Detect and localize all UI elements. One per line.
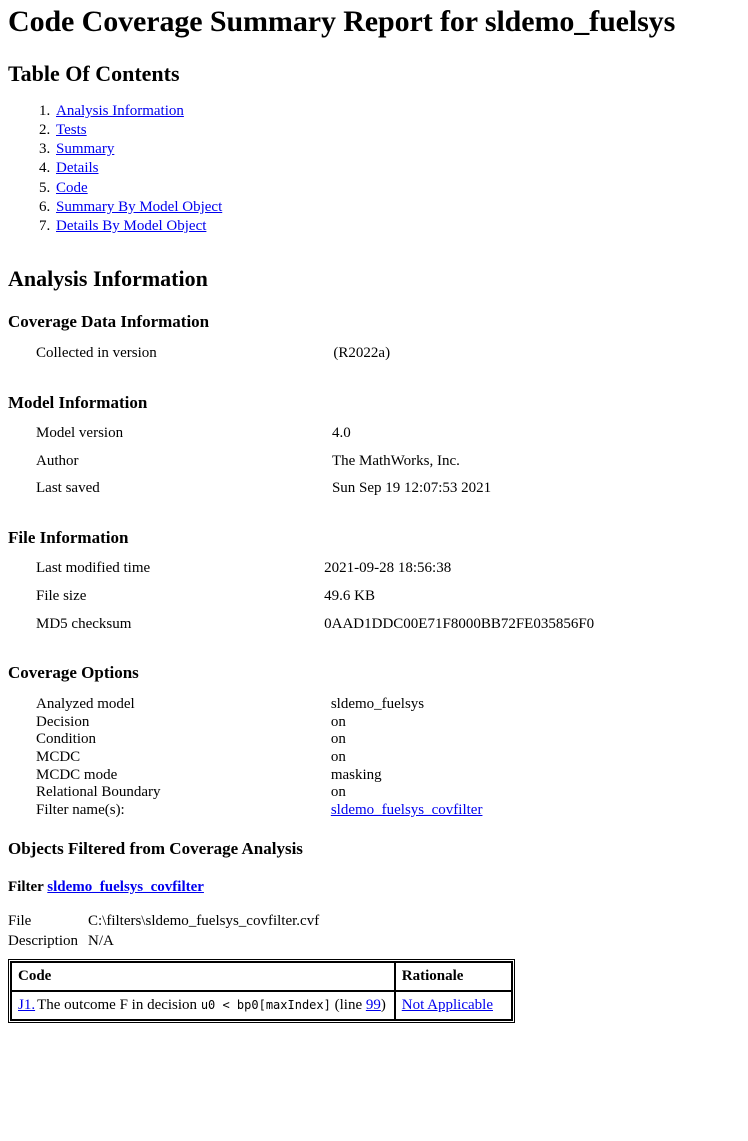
- rationale-link[interactable]: Not Applicable: [402, 997, 493, 1013]
- filtered-object-line-suffix: ): [380, 996, 386, 1013]
- table-row: Description N/A: [8, 932, 319, 952]
- row-value: on: [330, 731, 346, 748]
- filtered-object-text: The outcome F in decision: [37, 996, 198, 1013]
- page-title: Code Coverage Summary Report for sldemo_…: [8, 5, 676, 38]
- filter-detail-link[interactable]: sldemo_fuelsys_covfilter: [47, 879, 204, 895]
- filtered-objects-table: Code Rationale J1. The outcome F in decis…: [8, 958, 515, 1023]
- row-value: Sun Sep 19 12:07:53 2021: [331, 480, 492, 497]
- objects-filtered-heading: Objects Filtered from Coverage Analysis: [8, 838, 303, 858]
- toc-link-analysis-information[interactable]: Analysis Information: [56, 103, 184, 119]
- row-value: masking: [330, 766, 382, 783]
- table-row: MCDC mode masking: [8, 767, 648, 785]
- file-information-table: Last modified time 2021-09-28 18:56:38 F…: [8, 560, 648, 643]
- filtered-object-code-snippet: u0 < bp0[maxIndex]: [200, 997, 331, 1012]
- row-label: MD5 checksum: [36, 615, 132, 632]
- toc-link-details-by-model-object[interactable]: Details By Model Object: [56, 218, 206, 234]
- toc-link-tests[interactable]: Tests: [56, 122, 87, 138]
- filter-label: Filter: [8, 879, 44, 896]
- table-row: J1. The outcome F in decision u0 < bp0[ma…: [11, 990, 512, 1020]
- row-label: Author: [36, 452, 79, 469]
- list-item: Code: [54, 179, 740, 198]
- file-information-heading: File Information: [8, 528, 129, 548]
- filter-file-value: C:\filters\sldemo_fuelsys_covfilter.cvf: [87, 913, 320, 930]
- toc-link-summary[interactable]: Summary: [56, 141, 114, 157]
- table-row: Condition on: [8, 731, 648, 749]
- toc-link-summary-by-model-object[interactable]: Summary By Model Object: [56, 199, 222, 215]
- row-label: MCDC mode: [36, 766, 118, 783]
- table-row: Analyzed model sldemo_fuelsys: [8, 696, 648, 714]
- column-header-code: Code: [11, 961, 395, 991]
- table-row: Filter name(s): sldemo_fuelsys_covfilter: [8, 802, 648, 820]
- row-value: The MathWorks, Inc.: [331, 452, 460, 469]
- filtered-object-line-link[interactable]: 99: [366, 997, 381, 1013]
- table-row: Author The MathWorks, Inc.: [8, 453, 648, 481]
- row-label: Decision: [36, 713, 90, 730]
- row-label: Relational Boundary: [36, 784, 161, 801]
- row-value: 0AAD1DDC00E71F8000BB72FE035856F0: [324, 615, 595, 632]
- coverage-data-information-heading: Coverage Data Information: [8, 312, 210, 332]
- table-row: Model version 4.0: [8, 425, 648, 453]
- row-label: Analyzed model: [36, 695, 135, 712]
- coverage-data-information-table: Collected in version (R2022a): [8, 345, 648, 373]
- filter-title: Filter sldemo_fuelsys_covfilter: [8, 879, 740, 896]
- row-value: (R2022a): [333, 344, 391, 361]
- filter-description-label: Description: [8, 933, 78, 950]
- row-label: Model version: [36, 424, 124, 441]
- filtered-object-code-cell: J1. The outcome F in decision u0 < bp0[ma…: [11, 990, 395, 1020]
- row-label: Filter name(s):: [36, 801, 125, 818]
- table-row: Collected in version (R2022a): [8, 345, 648, 373]
- row-value: on: [330, 784, 346, 801]
- table-row: File size 49.6 KB: [8, 588, 648, 616]
- filter-description-value: N/A: [87, 933, 114, 950]
- report-page: Code Coverage Summary Report for sldemo_…: [0, 4, 748, 1023]
- row-value: 2021-09-28 18:56:38: [324, 560, 452, 577]
- list-item: Tests: [54, 121, 740, 140]
- table-of-contents-list: Analysis Information Tests Summary Detai…: [8, 102, 740, 236]
- model-information-heading: Model Information: [8, 392, 148, 412]
- filtered-object-id-link[interactable]: J1.: [18, 997, 35, 1013]
- table-row: MCDC on: [8, 749, 648, 767]
- row-label: MCDC: [36, 748, 81, 765]
- row-label: File size: [36, 588, 87, 605]
- list-item: Details By Model Object: [54, 217, 740, 236]
- table-row: File C:\filters\sldemo_fuelsys_covfilter…: [8, 912, 319, 932]
- row-label: Last modified time: [36, 560, 151, 577]
- filter-file-meta-table: File C:\filters\sldemo_fuelsys_covfilter…: [8, 912, 319, 953]
- table-row: Last modified time 2021-09-28 18:56:38: [8, 560, 648, 588]
- row-label: Collected in version: [36, 344, 157, 361]
- table-row: Last saved Sun Sep 19 12:07:53 2021: [8, 480, 648, 508]
- filtered-object-rationale-cell: Not Applicable: [394, 990, 512, 1020]
- row-value: on: [330, 748, 346, 765]
- coverage-options-table: Analyzed model sldemo_fuelsys Decision o…: [8, 696, 648, 820]
- toc-link-code[interactable]: Code: [56, 180, 88, 196]
- model-information-table: Model version 4.0 Author The MathWorks, …: [8, 425, 648, 508]
- column-header-rationale: Rationale: [394, 961, 512, 991]
- toc-heading: Table Of Contents: [8, 61, 180, 87]
- list-item: Summary: [54, 140, 740, 159]
- row-label: Condition: [36, 731, 97, 748]
- filter-file-label: File: [8, 913, 32, 930]
- list-item: Details: [54, 159, 740, 178]
- row-label: Last saved: [36, 480, 100, 497]
- table-row: Decision on: [8, 714, 648, 732]
- coverage-options-heading: Coverage Options: [8, 663, 139, 683]
- filter-name-link[interactable]: sldemo_fuelsys_covfilter: [331, 802, 483, 818]
- analysis-information-heading: Analysis Information: [8, 266, 208, 292]
- toc-link-details[interactable]: Details: [56, 160, 99, 176]
- row-value: sldemo_fuelsys: [330, 695, 425, 712]
- row-value: 4.0: [331, 424, 351, 441]
- table-row: MD5 checksum 0AAD1DDC00E71F8000BB72FE035…: [8, 616, 648, 644]
- table-header-row: Code Rationale: [11, 961, 512, 991]
- row-value: sldemo_fuelsys_covfilter: [331, 802, 648, 820]
- row-value: 49.6 KB: [324, 588, 375, 605]
- filtered-object-line-prefix: (line: [334, 996, 363, 1013]
- list-item: Analysis Information: [54, 102, 740, 121]
- table-row: Relational Boundary on: [8, 784, 648, 802]
- list-item: Summary By Model Object: [54, 198, 740, 217]
- row-value: on: [330, 713, 346, 730]
